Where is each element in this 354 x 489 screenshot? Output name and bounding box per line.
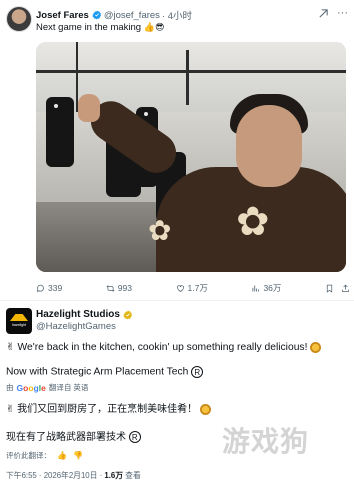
mocap-actor	[46, 97, 74, 167]
tweet-photo[interactable]: ✿ ✿	[36, 42, 346, 272]
tweet-text-content: Now with Strategic Arm Placement Tech	[6, 366, 189, 378]
face	[236, 105, 302, 187]
rate-translation: 评价此翻译： 👍 👎	[6, 450, 83, 461]
repost-icon	[106, 284, 115, 292]
google-logo-icon: Google	[16, 382, 46, 393]
sunglasses-icon: 😎	[154, 22, 165, 32]
flower-pattern-icon: ✿	[148, 215, 172, 246]
reply-icon	[36, 284, 44, 292]
tweet-josef[interactable]: Josef Fares @josef_fares · 4小时 ··· Next …	[0, 0, 354, 300]
repost-count: 993	[117, 283, 132, 293]
author-name[interactable]: Hazelight Studios	[36, 309, 120, 320]
mocap-marker	[54, 104, 58, 108]
heart-icon	[176, 284, 184, 292]
post-timestamp[interactable]: 下午6:55 · 2026年2月10日 ·	[6, 471, 104, 480]
translation-text: 现在有了战略武器部署技术	[6, 432, 126, 443]
registered-mark: R	[191, 366, 204, 378]
translated-by-label: 由	[6, 383, 14, 392]
tweet-divider	[0, 300, 354, 301]
author-handle[interactable]: @HazelightGames	[36, 321, 116, 332]
site-watermark: 游戏狗	[222, 426, 310, 457]
thumbs-up-icon: 👍	[143, 22, 155, 32]
translation-text: 我们又回到厨房了，正在烹制美味佳肴！	[17, 404, 198, 415]
waving-hand-icon: ✌	[6, 404, 15, 415]
tweet-text-line: ✌ We're back in the kitchen, cookin' up …	[6, 341, 350, 353]
thumbs-up-hand	[78, 94, 100, 122]
tweet-text: Next game in the making 👍😎	[36, 22, 164, 33]
photo-beam	[36, 70, 346, 73]
mocap-marker	[144, 112, 148, 116]
author-row: Hazelight Studios	[36, 309, 133, 320]
author-handle[interactable]: @josef_fares	[104, 10, 160, 21]
verified-org-badge-icon	[123, 310, 132, 319]
grok-icon[interactable]	[318, 8, 329, 19]
post-views-count: 1.6万	[104, 471, 124, 480]
bookmark-share-group	[325, 282, 350, 294]
frying-pan-icon	[199, 403, 211, 415]
tweet-text-line: Now with Strategic Arm Placement Tech R	[6, 366, 204, 378]
thumbs-up-icon[interactable]: 👍	[57, 451, 67, 460]
tweet-text-content: Next game in the making	[36, 22, 142, 33]
thumbs-down-icon[interactable]: 👎	[73, 451, 83, 460]
tweet-text-content: We're back in the kitchen, cookin' up so…	[17, 342, 308, 353]
header-actions: ···	[318, 7, 348, 19]
repost-button[interactable]: 993	[106, 282, 132, 294]
avatar[interactable]: hazelight	[6, 308, 32, 334]
photo-beam	[186, 50, 189, 105]
hazelight-logo-icon	[10, 314, 28, 321]
more-icon[interactable]: ···	[337, 7, 348, 19]
like-count: 1.7万	[187, 283, 208, 293]
translation-line: 现在有了战略武器部署技术 R	[6, 428, 141, 444]
share-icon[interactable]	[341, 284, 350, 293]
translation-attribution: 由 Google 翻译自 英语	[6, 382, 88, 393]
rate-translation-label: 评价此翻译：	[6, 451, 51, 460]
registered-mark: R	[128, 431, 141, 444]
post-views-label: 查看	[123, 471, 141, 480]
author-name[interactable]: Josef Fares	[36, 10, 89, 21]
reply-button[interactable]: 339	[36, 282, 62, 294]
views-count: 36万	[263, 283, 282, 293]
waving-hand-icon: ✌	[6, 342, 15, 353]
tweet-stats: 339 993 1.7万 36万	[36, 282, 350, 294]
avatar[interactable]	[6, 6, 32, 32]
flower-pattern-icon: ✿	[236, 200, 270, 244]
tweet-header: Josef Fares @josef_fares · 4小时	[36, 8, 346, 23]
views-button[interactable]: 36万	[251, 282, 281, 294]
reply-count: 339	[48, 283, 63, 293]
views-icon	[252, 285, 260, 291]
like-button[interactable]: 1.7万	[176, 282, 208, 294]
frying-pan-icon	[310, 341, 322, 353]
avatar-logo-text: hazelight	[11, 323, 26, 327]
translation-line: ✌ 我们又回到厨房了，正在烹制美味佳肴！	[6, 400, 211, 415]
translated-from-label: 翻译自 英语	[48, 383, 89, 392]
bookmark-icon[interactable]	[325, 284, 334, 293]
post-time[interactable]: · 4小时	[162, 8, 192, 22]
verified-badge-icon	[92, 10, 101, 20]
post-meta: 下午6:55 · 2026年2月10日 · 1.6万 查看	[6, 470, 141, 481]
